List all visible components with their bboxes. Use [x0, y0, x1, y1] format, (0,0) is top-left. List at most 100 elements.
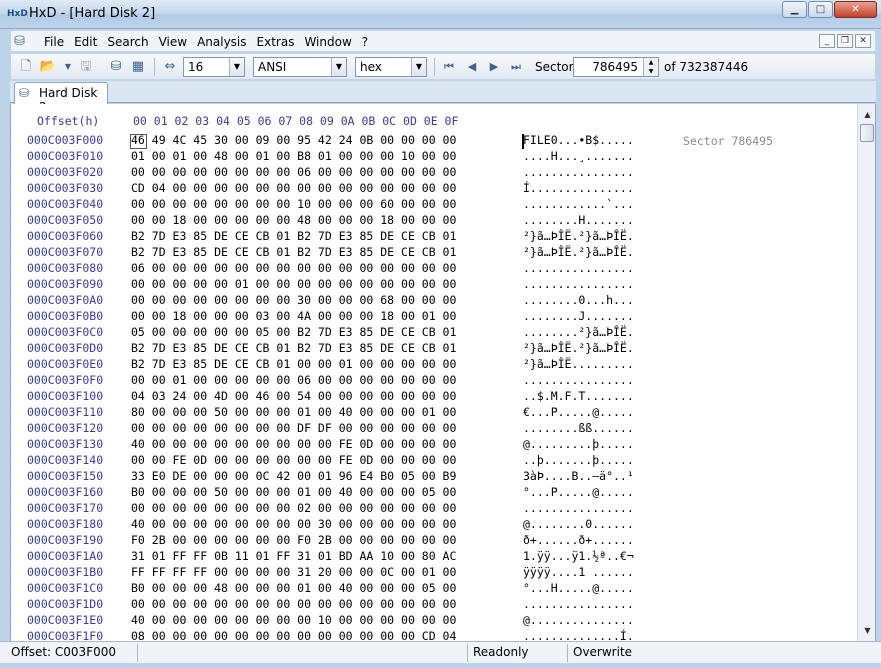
row-text[interactable]: ................ — [523, 597, 634, 611]
row-hex-bytes[interactable]: 00 00 01 00 00 00 00 00 06 00 00 00 00 0… — [131, 373, 456, 387]
row-text[interactable]: ........ßß...... — [523, 421, 634, 435]
hex-row[interactable]: 000C003F1A0 31 01 FF FF 0B 11 01 FF 31 01… — [11, 549, 811, 565]
row-hex-bytes[interactable]: 06 00 00 00 00 00 00 00 00 00 00 00 00 0… — [131, 261, 456, 275]
hex-editor[interactable]: Offset(h) 00 01 02 03 04 05 06 07 08 09 … — [10, 104, 876, 641]
row-hex-bytes[interactable]: 00 00 00 00 00 00 00 00 30 00 00 00 68 0… — [131, 293, 456, 307]
tab-hard-disk-2[interactable]: ⛁ Hard Disk 2 — [14, 82, 108, 114]
row-text[interactable]: ............`... — [523, 197, 634, 211]
menu-file[interactable]: File — [39, 34, 69, 50]
menu-help[interactable]: ? — [357, 34, 373, 50]
row-text[interactable]: ................ — [523, 277, 634, 291]
mdi-minimize-button[interactable]: _ — [819, 34, 835, 48]
row-text[interactable]: ..............Í. — [523, 629, 634, 641]
next-sector-icon[interactable]: ▶ — [485, 58, 503, 76]
row-text[interactable]: ........J....... — [523, 309, 634, 323]
hex-row[interactable]: 000C003F1D0 00 00 00 00 00 00 00 00 00 00… — [11, 597, 811, 613]
row-text[interactable]: °...H.....@..... — [523, 581, 634, 595]
minimize-button[interactable]: ▁ — [782, 1, 807, 18]
row-hex-bytes[interactable]: 00 00 00 00 00 00 00 00 06 00 00 00 00 0… — [131, 165, 456, 179]
row-text[interactable]: ........H....... — [523, 213, 634, 227]
row-text[interactable]: ²}ã…ÞÎË......... — [523, 357, 634, 371]
mdi-close-button[interactable]: ✕ — [855, 34, 871, 48]
row-hex-bytes[interactable]: 40 00 00 00 00 00 00 00 00 30 00 00 00 0… — [131, 517, 456, 531]
row-hex-bytes[interactable]: 46 49 4C 45 30 00 09 00 95 42 24 0B 00 0… — [131, 133, 456, 147]
row-text[interactable]: ..$.M.F.T....... — [523, 389, 634, 403]
row-text[interactable]: Í............... — [523, 181, 634, 195]
row-hex-bytes[interactable]: F0 2B 00 00 00 00 00 00 F0 2B 00 00 00 0… — [131, 533, 456, 547]
row-text[interactable]: ................ — [523, 373, 634, 387]
hex-row[interactable]: 000C003F1C0 B0 00 00 00 48 00 00 00 01 00… — [11, 581, 811, 597]
menu-edit[interactable]: Edit — [69, 34, 102, 50]
open-dropdown-icon[interactable]: ▼ — [59, 58, 77, 76]
row-text[interactable]: ........0...h... — [523, 293, 634, 307]
menu-search[interactable]: Search — [102, 34, 153, 50]
row-text[interactable]: @............... — [523, 613, 634, 627]
scroll-down-icon[interactable]: ▼ — [859, 622, 875, 639]
scroll-up-icon[interactable]: ▲ — [859, 106, 875, 123]
row-text[interactable]: 3àÞ....B..–ä°..¹ — [523, 469, 634, 483]
row-text[interactable]: €...P.....@..... — [523, 405, 634, 419]
hex-row[interactable]: 000C003F100 04 03 24 00 4D 00 46 00 54 00… — [11, 389, 811, 405]
last-sector-icon[interactable]: ⏭ — [507, 58, 525, 76]
hex-row[interactable]: 000C003F080 06 00 00 00 00 00 00 00 00 00… — [11, 261, 811, 277]
row-hex-bytes[interactable]: 40 00 00 00 00 00 00 00 00 00 FE 0D 00 0… — [131, 437, 456, 451]
hex-row[interactable]: 000C003F020 00 00 00 00 00 00 00 00 06 00… — [11, 165, 811, 181]
menu-window[interactable]: Window — [299, 34, 356, 50]
row-text[interactable]: ..þ.......þ..... — [523, 453, 634, 467]
hex-row[interactable]: 000C003F090 00 00 00 00 00 01 00 00 00 00… — [11, 277, 811, 293]
open-disk-icon[interactable]: ⛁ — [107, 58, 125, 76]
row-text[interactable]: ................ — [523, 165, 634, 179]
row-hex-bytes[interactable]: B0 00 00 00 48 00 00 00 01 00 40 00 00 0… — [131, 581, 456, 595]
hex-row[interactable]: 000C003F110 80 00 00 00 50 00 00 00 01 00… — [11, 405, 811, 421]
row-hex-bytes[interactable]: 00 00 FE 0D 00 00 00 00 00 00 FE 0D 00 0… — [131, 453, 456, 467]
row-hex-bytes[interactable]: B0 00 00 00 50 00 00 00 01 00 40 00 00 0… — [131, 485, 456, 499]
vertical-scrollbar[interactable]: ▲ ▼ — [857, 104, 875, 641]
close-button[interactable]: ✕ — [834, 1, 877, 18]
row-hex-bytes[interactable]: B2 7D E3 85 DE CE CB 01 B2 7D E3 85 DE C… — [131, 341, 456, 355]
row-hex-bytes[interactable]: 00 00 00 00 00 00 00 00 10 00 00 00 60 0… — [131, 197, 456, 211]
row-hex-bytes[interactable]: B2 7D E3 85 DE CE CB 01 B2 7D E3 85 DE C… — [131, 229, 456, 243]
row-text[interactable]: ²}ã…ÞÎË.²}ã…ÞÎË. — [523, 245, 634, 259]
hex-row[interactable]: 000C003F170 00 00 00 00 00 00 00 00 02 00… — [11, 501, 811, 517]
offset-base-select[interactable]: hex ▼ — [355, 57, 427, 77]
hex-row[interactable]: 000C003F070 B2 7D E3 85 DE CE CB 01 B2 7D… — [11, 245, 811, 261]
hex-row[interactable]: 000C003F180 40 00 00 00 00 00 00 00 00 30… — [11, 517, 811, 533]
row-hex-bytes[interactable]: 33 E0 DE 00 00 00 0C 42 00 01 96 E4 B0 0… — [131, 469, 456, 483]
row-text[interactable]: ÿÿÿÿ....1 ...... — [523, 565, 634, 579]
hex-row[interactable]: 000C003F120 00 00 00 00 00 00 00 00 DF DF… — [11, 421, 811, 437]
row-hex-bytes[interactable]: 00 00 00 00 00 00 00 00 DF DF 00 00 00 0… — [131, 421, 456, 435]
hex-row[interactable]: 000C003F1E0 40 00 00 00 00 00 00 00 00 10… — [11, 613, 811, 629]
open-folder-icon[interactable]: 📂 — [39, 58, 57, 76]
row-text[interactable]: ........²}ã…ÞÎË. — [523, 325, 634, 339]
row-hex-bytes[interactable]: 40 00 00 00 00 00 00 00 00 10 00 00 00 0… — [131, 613, 456, 627]
row-text[interactable]: °...P.....@..... — [523, 485, 634, 499]
row-hex-bytes[interactable]: FF FF FF FF 00 00 00 00 31 20 00 00 0C 0… — [131, 565, 456, 579]
chevron-down-icon[interactable]: ▼ — [411, 58, 426, 76]
sector-input[interactable]: 786495 ▲ ▼ — [573, 57, 659, 77]
row-text[interactable]: 1.ÿÿ...ÿ1.½ª..€¬ — [523, 549, 634, 563]
row-hex-bytes[interactable]: 04 03 24 00 4D 00 46 00 54 00 00 00 00 0… — [131, 389, 456, 403]
row-text[interactable]: ²}ã…ÞÎË.²}ã…ÞÎË. — [523, 341, 634, 355]
row-hex-bytes[interactable]: 31 01 FF FF 0B 11 01 FF 31 01 BD AA 10 0… — [131, 549, 456, 563]
row-text[interactable]: ²}ã…ÞÎË.²}ã…ÞÎË. — [523, 229, 634, 243]
row-hex-bytes[interactable]: 00 00 18 00 00 00 00 00 48 00 00 00 18 0… — [131, 213, 456, 227]
row-text[interactable]: ................ — [523, 261, 634, 275]
hex-row[interactable]: 000C003F1B0 FF FF FF FF 00 00 00 00 31 20… — [11, 565, 811, 581]
row-hex-bytes[interactable]: CD 04 00 00 00 00 00 00 00 00 00 00 00 0… — [131, 181, 456, 195]
scroll-thumb[interactable] — [860, 124, 874, 142]
hex-row[interactable]: 000C003F0B0 00 00 18 00 00 00 03 00 4A 00… — [11, 309, 811, 325]
menu-view[interactable]: View — [154, 34, 192, 50]
hex-row[interactable]: 000C003F040 00 00 00 00 00 00 00 00 10 00… — [11, 197, 811, 213]
hex-row[interactable]: 000C003F0D0 B2 7D E3 85 DE CE CB 01 B2 7D… — [11, 341, 811, 357]
hex-row[interactable]: 000C003F0E0 B2 7D E3 85 DE CE CB 01 00 00… — [11, 357, 811, 373]
hex-row[interactable]: 000C003F150 33 E0 DE 00 00 00 0C 42 00 01… — [11, 469, 811, 485]
row-text[interactable]: ....H...¸....... — [523, 149, 634, 163]
new-file-icon[interactable]: 🗋 — [17, 58, 35, 76]
row-text[interactable]: @.........þ..... — [523, 437, 634, 451]
row-hex-bytes[interactable]: 00 00 00 00 00 01 00 00 00 00 00 00 00 0… — [131, 277, 456, 291]
first-sector-icon[interactable]: ⏮ — [440, 58, 458, 76]
menu-extras[interactable]: Extras — [252, 34, 300, 50]
row-text[interactable]: @........0...... — [523, 517, 634, 531]
row-text[interactable]: FILE0...•B$..... — [523, 133, 634, 147]
save-icon[interactable]: 🖫 — [77, 58, 95, 76]
